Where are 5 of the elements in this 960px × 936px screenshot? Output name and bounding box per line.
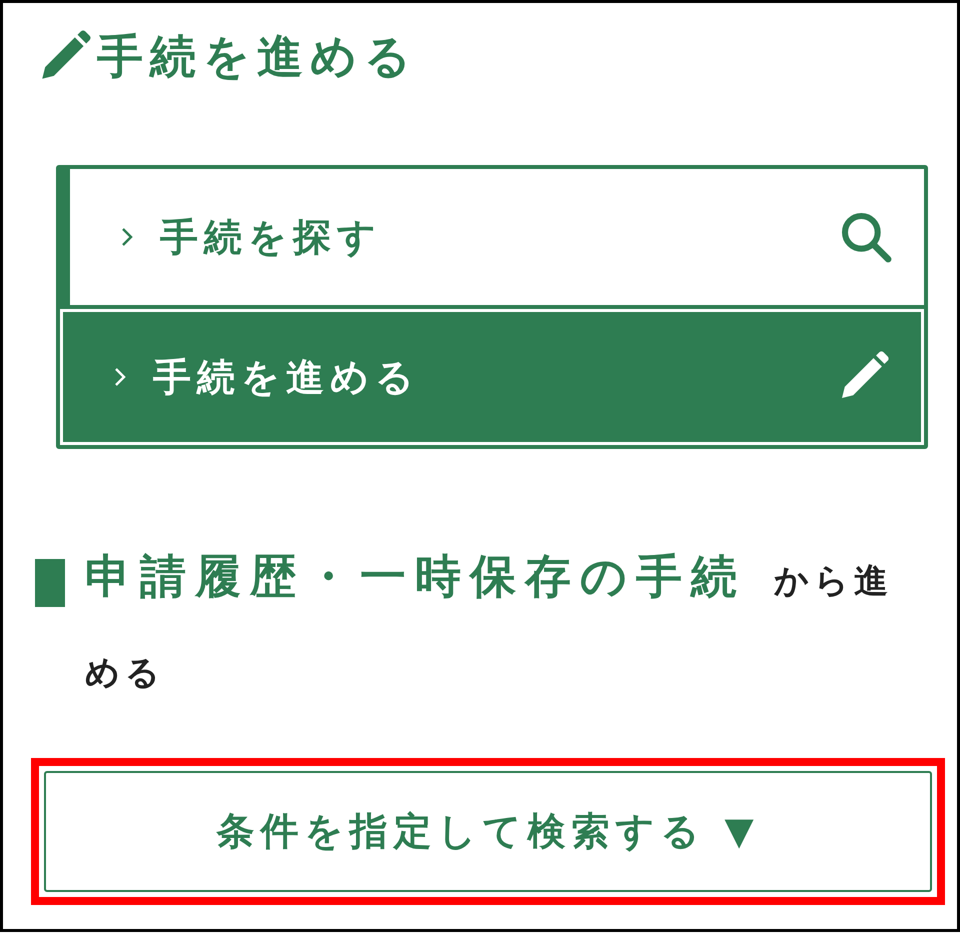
section-heading: 申請履歴・一時保存の手続 から進める — [85, 548, 894, 695]
page-title: 手続を進める — [97, 28, 418, 85]
section-marker — [35, 559, 65, 607]
nav-item[interactable]: 手続を進める — [60, 309, 924, 445]
search-button[interactable]: 条件を指定して検索する ▼ — [44, 771, 932, 892]
